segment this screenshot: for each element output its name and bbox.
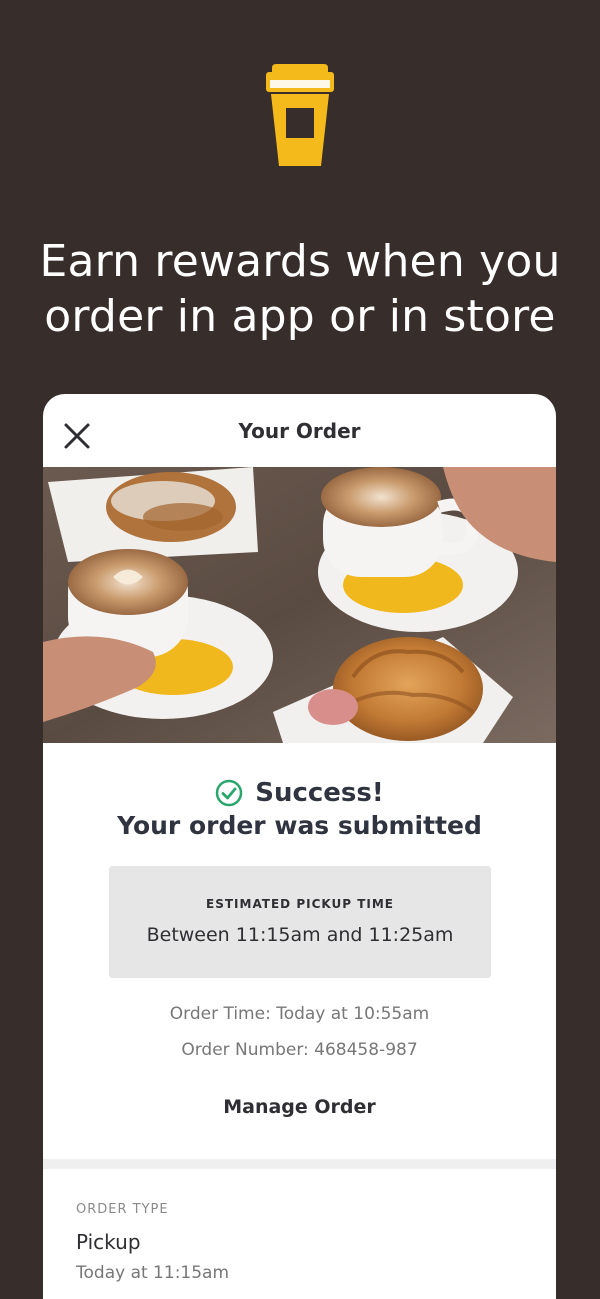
order-card-header: Your Order [43,394,556,467]
success-subheading: Your order was submitted [117,811,482,840]
pickup-time-value: Between 11:15am and 11:25am [146,924,454,946]
order-type-label: ORDER TYPE [76,1202,169,1217]
section-divider [43,1159,556,1169]
manage-order-button[interactable]: Manage Order [43,1090,556,1124]
check-circle-icon [215,779,243,807]
close-icon[interactable] [61,420,93,452]
order-type-value: Pickup [76,1230,141,1254]
app-screen: Earn rewards when you order in app or in… [0,0,600,1299]
order-type-time: Today at 11:15am [76,1263,230,1283]
success-heading: Success! [255,778,384,808]
success-message: Success! Your order was submitted [43,774,556,846]
promo-headline-line2: order in app or in store [44,291,556,342]
promo-headline-line1: Earn rewards when you [39,236,561,287]
order-card: Your Order Success! Your order was submi… [43,394,556,1299]
estimated-pickup-box: ESTIMATED PICKUP TIME Between 11:15am an… [109,866,491,978]
order-card-title: Your Order [238,419,361,443]
coffee-and-croissants-photo [43,467,556,743]
order-meta: Order Time: Today at 10:55am Order Numbe… [43,996,556,1068]
coffee-cup-icon [266,64,334,166]
promo-headline: Earn rewards when you order in app or in… [0,234,600,344]
order-number: Order Number: 468458-987 [181,1040,418,1060]
pickup-time-label: ESTIMATED PICKUP TIME [206,897,394,911]
order-time: Order Time: Today at 10:55am [169,1004,430,1024]
